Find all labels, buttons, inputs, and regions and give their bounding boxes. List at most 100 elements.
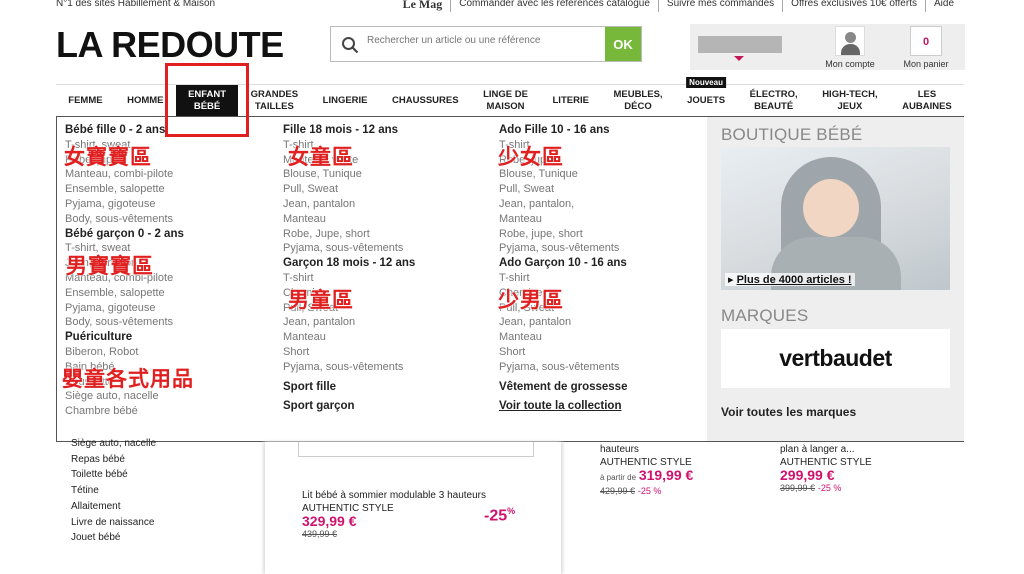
product-card-2[interactable]: hauteurs AUTHENTIC STYLE à partir de 319… [600, 444, 693, 498]
menu-link[interactable]: Body, sous-vêtements [65, 212, 184, 227]
menu-heading[interactable]: Bébé garçon 0 - 2 ans [65, 227, 184, 242]
product-name[interactable]: hauteurs [600, 444, 693, 457]
menu-link[interactable]: Pull, Sweat [283, 182, 415, 197]
menu-link[interactable]: Chambre bébé [65, 404, 184, 419]
top-link-suivre[interactable]: Suivre mes commandes [657, 0, 782, 12]
menu-link[interactable]: Ensemble, salopette [65, 182, 184, 197]
baby-face-shape [803, 179, 859, 237]
menu-link[interactable]: Short [499, 345, 627, 360]
list-item[interactable]: Siège auto, nacelle [71, 436, 156, 452]
list-item[interactable]: Repas bébé [71, 452, 156, 468]
all-brands-link[interactable]: Voir toutes les marques [721, 405, 856, 419]
product-old-price: 439,99 € [302, 528, 338, 539]
menu-link[interactable]: Manteau [283, 330, 415, 345]
menu-heading[interactable]: Bébé fille 0 - 2 ans [65, 123, 184, 138]
menu-link[interactable]: Jean, pantalon [499, 315, 627, 330]
product-card-lit[interactable]: Lit bébé à sommier modulable 3 hauteurs … [302, 490, 486, 540]
menu-link[interactable]: Pyjama, gigoteuse [65, 301, 184, 316]
list-item[interactable]: Tétine [71, 483, 156, 499]
nav-item-jouets[interactable]: Nouveau JOUETS [675, 77, 738, 116]
list-item[interactable]: Jouet bébé [71, 530, 156, 546]
cart-label: Mon panier [903, 59, 949, 69]
product-price: 299,99 € [780, 467, 835, 483]
cart-link[interactable]: 0 Mon panier [896, 24, 956, 69]
menu-link[interactable]: Jean, pantalon [283, 315, 415, 330]
nav-item-chaussures[interactable]: CHAUSSURES [380, 85, 471, 116]
top-link-catalogue[interactable]: Commander avec les références catalogue [450, 0, 658, 12]
menu-link[interactable]: Robe, jupe, short [499, 227, 627, 242]
more-articles-label: Plus de 4000 articles ! [736, 274, 852, 286]
main-nav: FEMME HOMME ENFANT BÉBÉ GRANDES TAILLES … [56, 77, 964, 116]
menu-heading[interactable]: Puériculture [65, 330, 184, 345]
menu-heading[interactable]: Ado Fille 10 - 16 ans [499, 123, 627, 138]
top-link-mag[interactable]: Le Mag [395, 0, 451, 12]
boutique-bebe-title[interactable]: BOUTIQUE BÉBÉ [721, 125, 862, 145]
list-item[interactable]: Toilette bébé [71, 467, 156, 483]
product-image[interactable] [298, 442, 534, 457]
annotation-girl-baby: 女寶寶區 [64, 145, 152, 169]
annotation-girl: 女童區 [288, 145, 354, 169]
product-price: 319,99 € [638, 467, 694, 483]
brand-logo-vertbaudet[interactable]: vertbaudet [721, 329, 950, 388]
product-discount: -25 % [637, 485, 662, 496]
below-category-list: Siège auto, nacelle Repas bébé Toilette … [71, 436, 156, 546]
product-old-price: 399,99 € [780, 482, 816, 493]
menu-link[interactable]: Manteau [499, 212, 627, 227]
nav-item-high-tech[interactable]: HIGH-TECH, JEUX [810, 85, 890, 116]
menu-link[interactable]: Body, sous-vêtements [65, 315, 184, 330]
menu-link[interactable]: Pyjama, gigoteuse [65, 197, 184, 212]
more-articles-link[interactable]: ▸ Plus de 4000 articles ! [725, 273, 855, 286]
menu-link[interactable]: Jean, pantalon, [499, 197, 627, 212]
boutique-bebe-image[interactable]: ▸ Plus de 4000 articles ! [721, 147, 950, 290]
nav-item-homme[interactable]: HOMME [115, 85, 176, 116]
chevron-down-icon[interactable] [734, 56, 744, 61]
product-name[interactable]: plan à langer a... [780, 444, 872, 457]
list-item[interactable]: Allaitement [71, 499, 156, 515]
menu-link[interactable]: Jean, pantalon [283, 197, 415, 212]
top-link-aide[interactable]: Aide [924, 0, 962, 12]
nav-item-literie[interactable]: LITERIE [540, 85, 601, 116]
annotation-boy-baby: 男寶寶區 [66, 254, 154, 278]
menu-link[interactable]: Pyjama, sous-vêtements [499, 360, 627, 375]
menu-heading[interactable]: Fille 18 mois - 12 ans [283, 123, 415, 138]
list-item[interactable]: Livre de naissance [71, 515, 156, 531]
menu-link[interactable]: Pyjama, sous-vêtements [283, 241, 415, 256]
menu-heading[interactable]: Garçon 18 mois - 12 ans [283, 256, 415, 271]
menu-link[interactable]: Ensemble, salopette [65, 286, 184, 301]
menu-link-voir-collection[interactable]: Voir toute la collection [499, 399, 627, 414]
nav-item-linge-maison[interactable]: LINGE DE MAISON [471, 85, 540, 116]
annotation-teen-boy: 少男區 [498, 288, 564, 312]
search-bar: OK [330, 26, 642, 62]
nav-item-meubles-deco[interactable]: MEUBLES, DÉCO [601, 85, 675, 116]
product-name[interactable]: Lit bébé à sommier modulable 3 hauteurs [302, 490, 486, 503]
search-input[interactable] [367, 35, 597, 46]
site-logo[interactable]: LA REDOUTE [56, 24, 284, 66]
menu-link[interactable]: Biberon, Robot [65, 345, 184, 360]
search-ok-button[interactable]: OK [605, 27, 641, 61]
nav-item-enfant-bebe[interactable]: ENFANT BÉBÉ [175, 85, 239, 116]
menu-link-grossesse[interactable]: Vêtement de grossesse [499, 380, 627, 395]
nav-item-aubaines[interactable]: LES AUBAINES [890, 85, 964, 116]
account-link[interactable]: Mon compte [820, 24, 880, 69]
nav-item-grandes-tailles[interactable]: GRANDES TAILLES [238, 85, 310, 116]
site-tagline: N°1 des sites Habillement & Maison [56, 0, 216, 9]
nav-item-electro-beaute[interactable]: ÉLECTRO, BEAUTÉ [737, 85, 810, 116]
menu-link[interactable]: Short [283, 345, 415, 360]
menu-link[interactable]: Manteau [499, 330, 627, 345]
menu-link[interactable]: Manteau [283, 212, 415, 227]
menu-link-sport-garcon[interactable]: Sport garçon [283, 399, 415, 414]
marques-title: MARQUES [721, 306, 809, 325]
top-link-offres[interactable]: Offres exclusives 10€ offerts [782, 0, 925, 12]
product-card-3[interactable]: plan à langer a... AUTHENTIC STYLE 299,9… [780, 444, 872, 495]
menu-heading[interactable]: Ado Garçon 10 - 16 ans [499, 256, 627, 271]
menu-link[interactable]: Pyjama, sous-vêtements [283, 360, 415, 375]
product-discount: -25 % [817, 482, 842, 493]
menu-link[interactable]: Pyjama, sous-vêtements [499, 241, 627, 256]
nav-item-lingerie[interactable]: LINGERIE [310, 85, 379, 116]
menu-link[interactable]: Robe, Jupe, short [283, 227, 415, 242]
menu-link[interactable]: Pull, Sweat [499, 182, 627, 197]
nav-item-femme[interactable]: FEMME [56, 85, 115, 116]
menu-link-sport-fille[interactable]: Sport fille [283, 380, 415, 395]
account-label: Mon compte [825, 59, 875, 69]
user-name-placeholder[interactable] [698, 36, 782, 53]
